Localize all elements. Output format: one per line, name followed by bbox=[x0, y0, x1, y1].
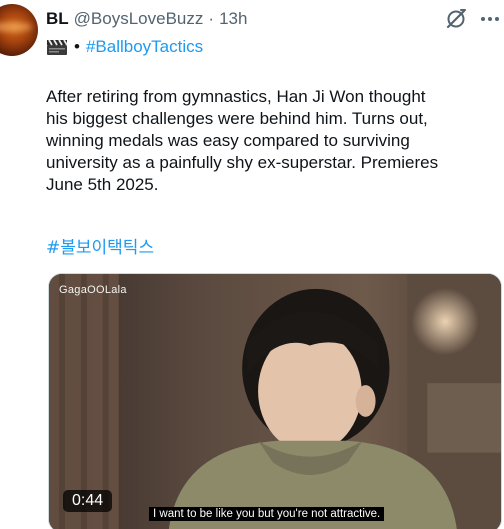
clapper-board-icon bbox=[47, 39, 68, 55]
more-icon[interactable] bbox=[480, 7, 500, 31]
tagline: • #BallboyTactics bbox=[46, 35, 203, 59]
display-name[interactable]: BL bbox=[46, 9, 69, 29]
hashtag-link[interactable]: #BallboyTactics bbox=[86, 37, 203, 57]
tweet-text: After retiring from gymnastics, Han Ji W… bbox=[46, 86, 496, 196]
video-duration: 0:44 bbox=[63, 490, 113, 512]
video-subtitle: I want to be like you but you're not att… bbox=[149, 507, 385, 521]
text-line: June 5th 2025. bbox=[46, 175, 159, 194]
user-handle[interactable]: @BoysLoveBuzz bbox=[74, 9, 204, 29]
video-player[interactable]: GagaOOLala 0:44 I want to be like you bu… bbox=[48, 273, 502, 529]
timestamp[interactable]: 13h bbox=[219, 9, 247, 29]
tweet[interactable]: BL @BoysLoveBuzz · 13h • #BallboyTactics… bbox=[0, 0, 504, 529]
tweet-header: BL @BoysLoveBuzz · 13h bbox=[46, 8, 247, 30]
text-line: After retiring from gymnastics, Han Ji W… bbox=[46, 87, 426, 106]
text-line: winning medals was easy compared to surv… bbox=[46, 131, 410, 150]
avatar[interactable] bbox=[0, 4, 38, 56]
text-line: his biggest challenges were behind him. … bbox=[46, 109, 428, 128]
grok-icon[interactable] bbox=[444, 7, 468, 31]
hashtag-korean-link[interactable]: #볼보이택틱스 bbox=[46, 233, 154, 258]
video-frame bbox=[49, 274, 501, 529]
bullet: • bbox=[74, 37, 80, 56]
text-line: university as a painfully shy ex-superst… bbox=[46, 153, 439, 172]
separator: · bbox=[208, 9, 215, 28]
watermark: GagaOOLala bbox=[59, 284, 127, 296]
